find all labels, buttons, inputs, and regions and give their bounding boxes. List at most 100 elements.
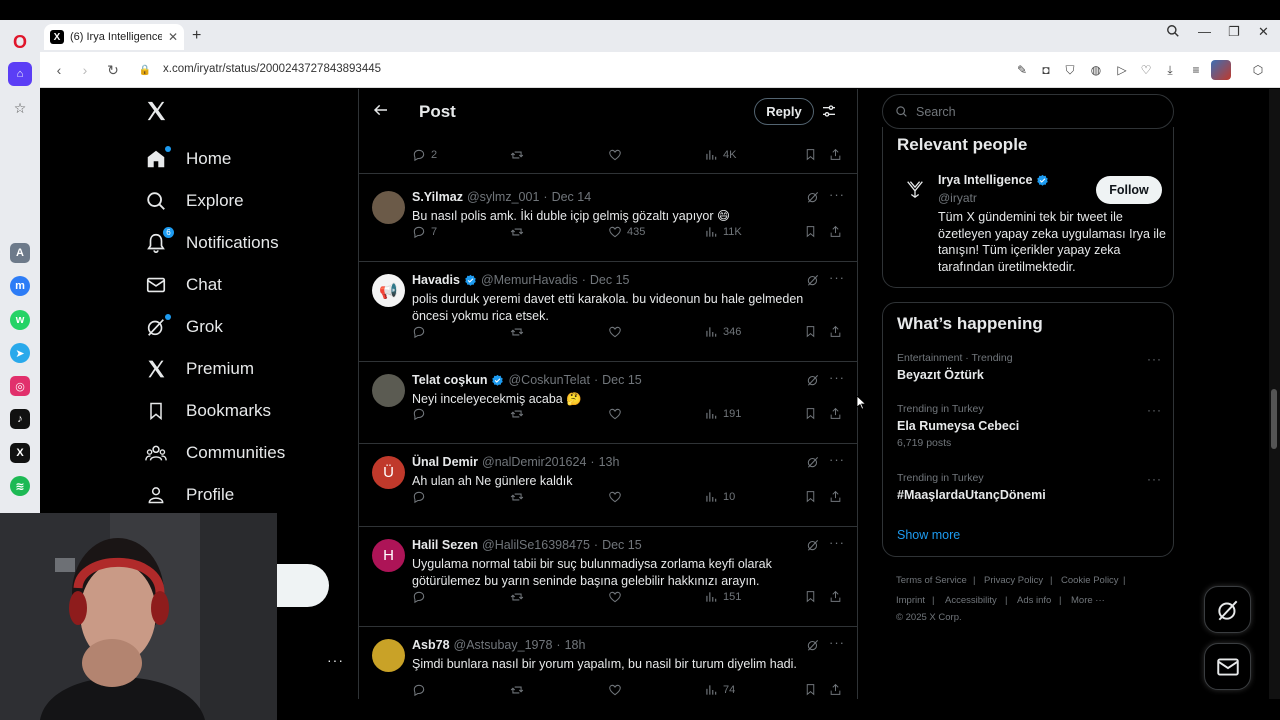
tweet-reply[interactable]: Ü Ünal Demir @nalDemir201624 · 13h ··· Ah ulan… bbox=[359, 444, 857, 527]
repost-action[interactable] bbox=[510, 590, 529, 604]
tweet-time[interactable]: Dec 14 bbox=[552, 190, 592, 204]
repost-action[interactable] bbox=[510, 490, 529, 504]
new-tab-icon[interactable]: + bbox=[192, 27, 201, 45]
author-name[interactable]: S.Yilmaz bbox=[412, 190, 463, 204]
back-arrow-icon[interactable] bbox=[373, 102, 389, 118]
tweet-reply[interactable]: 📢 Havadis @MemurHavadis · Dec 15 ··· polis dur… bbox=[359, 262, 857, 362]
share-action[interactable] bbox=[829, 225, 842, 238]
player-icon[interactable]: ▷ bbox=[1114, 62, 1130, 78]
views-action[interactable]: 151 bbox=[704, 590, 741, 604]
author-handle[interactable]: @sylmz_001 bbox=[467, 190, 539, 204]
bookmark-action[interactable] bbox=[804, 590, 817, 603]
tweet-reply[interactable]: Telat coşkun @CoskunTelat · Dec 15 ··· Neyi i… bbox=[359, 362, 857, 444]
views-action[interactable]: 10 bbox=[704, 490, 735, 504]
shield-icon[interactable]: ⛉ bbox=[1062, 62, 1078, 78]
views-action[interactable]: 11K bbox=[704, 225, 742, 239]
whatsapp-icon[interactable]: w bbox=[10, 310, 30, 330]
nav-notifications[interactable]: 6 Notifications bbox=[144, 227, 279, 255]
nav-explore[interactable]: Explore bbox=[144, 189, 244, 213]
tab-close-icon[interactable]: ✕ bbox=[168, 30, 178, 44]
grok-explain-icon[interactable] bbox=[806, 373, 820, 387]
trend-more-icon[interactable]: ··· bbox=[1147, 352, 1162, 366]
tweet-time[interactable]: 13h bbox=[599, 455, 620, 469]
bookmark-action[interactable] bbox=[804, 148, 817, 161]
like-action[interactable] bbox=[608, 148, 622, 162]
profile-avatar[interactable] bbox=[1211, 60, 1231, 80]
like-action[interactable] bbox=[608, 683, 627, 697]
messenger-icon[interactable]: m bbox=[10, 276, 30, 296]
trend-more-icon[interactable]: ··· bbox=[1147, 403, 1162, 417]
cookie-link[interactable]: Cookie Policy bbox=[1061, 575, 1119, 586]
author-name[interactable]: Halil Sezen bbox=[412, 538, 478, 552]
avatar[interactable]: 📢 bbox=[372, 274, 405, 307]
menu-icon[interactable]: ≡ bbox=[1188, 62, 1204, 78]
home-rail-icon[interactable]: ⌂ bbox=[8, 62, 32, 86]
reply-action[interactable] bbox=[412, 325, 431, 339]
reply-action[interactable] bbox=[412, 490, 431, 504]
scrollbar[interactable] bbox=[1269, 89, 1280, 700]
repost-action[interactable] bbox=[510, 683, 529, 697]
share-action[interactable] bbox=[829, 590, 842, 603]
nav-home[interactable]: Home bbox=[144, 146, 231, 171]
avatar[interactable] bbox=[372, 374, 405, 407]
sort-options-icon[interactable] bbox=[821, 103, 837, 119]
instagram-icon[interactable]: ◎ bbox=[10, 376, 30, 396]
grok-explain-icon[interactable] bbox=[806, 638, 820, 652]
trend-more-icon[interactable]: ··· bbox=[1147, 472, 1162, 486]
author-name[interactable]: Ünal Demir bbox=[412, 455, 478, 469]
grok-explain-icon[interactable] bbox=[806, 538, 820, 552]
author-name[interactable]: Asb78 bbox=[412, 638, 450, 652]
person-name-row[interactable]: Irya Intelligence bbox=[938, 173, 1049, 187]
tweet-time[interactable]: 18h bbox=[565, 638, 586, 652]
avatar[interactable]: H bbox=[372, 539, 405, 572]
like-action[interactable] bbox=[608, 490, 627, 504]
author-name[interactable]: Telat coşkun bbox=[412, 373, 487, 387]
views-action[interactable]: 191 bbox=[704, 407, 741, 421]
scrollbar-thumb[interactable] bbox=[1271, 389, 1277, 449]
nav-communities[interactable]: Communities bbox=[144, 441, 285, 465]
star-icon[interactable]: ☆ bbox=[10, 98, 30, 118]
more-link[interactable]: More ··· bbox=[1071, 595, 1105, 606]
author-name[interactable]: Havadis bbox=[412, 273, 460, 287]
author-handle[interactable]: @HalilSe16398475 bbox=[482, 538, 590, 552]
like-action[interactable] bbox=[608, 590, 627, 604]
tweet-time[interactable]: Dec 15 bbox=[602, 538, 642, 552]
camera-icon[interactable]: ◘ bbox=[1038, 62, 1054, 78]
avatar[interactable] bbox=[372, 191, 405, 224]
grok-explain-icon[interactable] bbox=[806, 273, 820, 287]
close-window-icon[interactable]: ✕ bbox=[1258, 24, 1269, 40]
search-input[interactable]: Search bbox=[882, 94, 1174, 129]
maximize-icon[interactable]: ❐ bbox=[1228, 24, 1240, 40]
author-handle[interactable]: @Astsubay_1978 bbox=[454, 638, 553, 652]
account-more-icon[interactable]: ··· bbox=[327, 652, 344, 668]
like-action[interactable]: 435 bbox=[608, 225, 645, 239]
more-options-icon[interactable]: ··· bbox=[829, 270, 845, 285]
nav-chat[interactable]: Chat bbox=[144, 273, 222, 297]
terms-link[interactable]: Terms of Service bbox=[896, 575, 967, 586]
extensions-icon[interactable]: ⬡ bbox=[1250, 62, 1266, 78]
messages-fab[interactable] bbox=[1204, 643, 1251, 690]
reply-button[interactable]: Reply bbox=[754, 98, 814, 125]
author-handle[interactable]: @CoskunTelat bbox=[508, 373, 589, 387]
follow-button[interactable]: Follow bbox=[1096, 176, 1162, 204]
x-logo-icon[interactable] bbox=[145, 100, 167, 122]
trend-item[interactable]: Trending in Turkey Ela Rumeysa Cebeci 6,… bbox=[897, 403, 1162, 449]
trend-item[interactable]: Trending in Turkey #MaaşlardaUtançDönemi… bbox=[897, 472, 1162, 502]
nav-premium[interactable]: Premium bbox=[144, 357, 254, 381]
repost-action[interactable] bbox=[510, 225, 529, 239]
views-action[interactable]: 74 bbox=[704, 683, 735, 697]
repost-action[interactable] bbox=[510, 407, 529, 421]
url-field[interactable]: x.com/iryatr/status/2000243727843893445 bbox=[163, 63, 381, 75]
accessibility-link[interactable]: Accessibility bbox=[945, 595, 997, 606]
x-rail-icon[interactable]: X bbox=[10, 443, 30, 463]
grok-fab[interactable] bbox=[1204, 586, 1251, 633]
tweet-time[interactable]: Dec 15 bbox=[590, 273, 630, 287]
bookmark-action[interactable] bbox=[804, 683, 817, 696]
repost-action[interactable] bbox=[510, 325, 529, 339]
grok-explain-icon[interactable] bbox=[806, 455, 820, 469]
repost-action[interactable] bbox=[510, 148, 524, 162]
back-icon[interactable]: ‹ bbox=[50, 61, 68, 79]
nav-bookmarks[interactable]: Bookmarks bbox=[144, 399, 271, 423]
more-options-icon[interactable]: ··· bbox=[829, 535, 845, 550]
more-options-icon[interactable]: ··· bbox=[829, 370, 845, 385]
